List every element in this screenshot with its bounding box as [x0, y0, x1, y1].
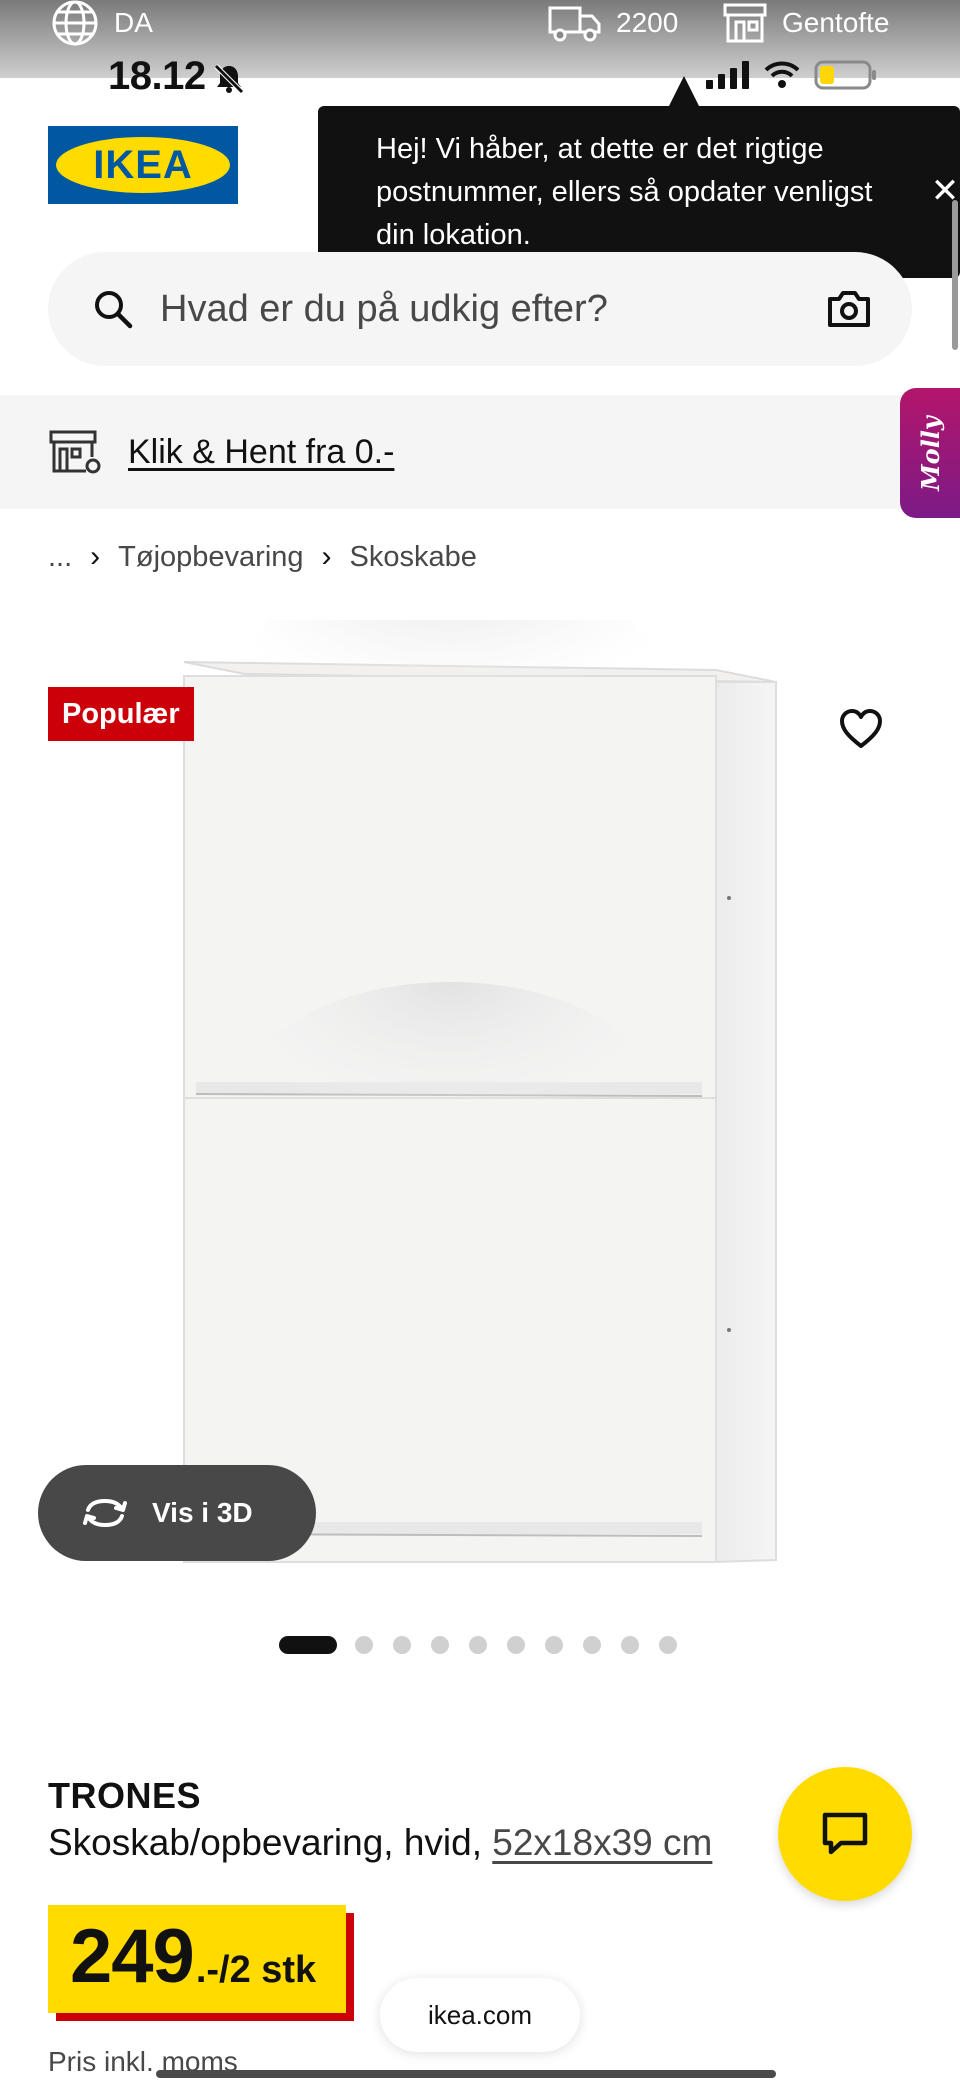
product-image[interactable]: [0, 620, 960, 1610]
product-dimensions-link[interactable]: 52x18x39 cm: [492, 1822, 712, 1863]
globe-icon: [52, 0, 98, 46]
logo-text: IKEA: [93, 142, 193, 187]
molly-label: Molly: [915, 415, 945, 491]
carousel-dot[interactable]: [431, 1636, 449, 1654]
breadcrumb: ... › Tøjopbevaring › Skoskabe: [48, 540, 477, 574]
postal-code: 2200: [616, 7, 679, 38]
home-indicator[interactable]: [156, 2070, 776, 2078]
click-collect-link[interactable]: Klik & Hent fra 0.-: [128, 433, 394, 472]
delivery-postal-selector[interactable]: 2200: [548, 4, 678, 42]
carousel-dot[interactable]: [659, 1636, 677, 1654]
search-icon: [95, 291, 133, 329]
chevron-right-icon: ›: [321, 540, 332, 573]
cellular-signal-icon: [706, 61, 749, 89]
language-label: DA: [114, 7, 153, 38]
price-tag: 249 .-/2 stk: [48, 1905, 347, 2013]
molly-assistant-tab[interactable]: Molly: [900, 388, 960, 518]
price-value: 249: [70, 1914, 195, 1999]
price-unit: .-/2 stk: [195, 1949, 317, 1991]
view-in-3d-label: Vis i 3D: [152, 1497, 253, 1528]
status-icons: [706, 60, 878, 90]
carousel-dot-active[interactable]: [279, 1636, 337, 1654]
search-placeholder: Hvad er du på udkig efter?: [160, 287, 608, 330]
carousel-dot[interactable]: [469, 1636, 487, 1654]
carousel-dot[interactable]: [393, 1636, 411, 1654]
status-time: 18.12: [108, 54, 206, 98]
camera-icon[interactable]: [826, 289, 872, 329]
chat-button[interactable]: [778, 1767, 912, 1901]
scrollbar-thumb[interactable]: [952, 200, 958, 350]
truck-icon: [548, 6, 601, 42]
breadcrumb-item[interactable]: Skoskabe: [350, 541, 477, 574]
product-description: Skoskab/opbevaring, hvid, 52x18x39 cm: [48, 1822, 712, 1864]
carousel-dot[interactable]: [583, 1636, 601, 1654]
chat-bubble-icon: [822, 1812, 868, 1855]
store-icon: [723, 3, 767, 43]
product-type: Skoskab/opbevaring, hvid,: [48, 1822, 482, 1863]
ikea-logo[interactable]: IKEA: [48, 126, 238, 204]
product-name: TRONES: [48, 1775, 202, 1816]
carousel-dot[interactable]: [545, 1636, 563, 1654]
bell-muted-icon: [214, 64, 244, 94]
store-name: Gentofte: [782, 7, 890, 38]
search-input[interactable]: Hvad er du på udkig efter?: [48, 252, 912, 366]
browser-url-pill[interactable]: ikea.com: [380, 1978, 580, 2052]
store-selector[interactable]: Gentofte: [722, 3, 890, 43]
carousel-dot[interactable]: [507, 1636, 525, 1654]
view-in-3d-button[interactable]: Vis i 3D: [38, 1465, 316, 1561]
rotate-3d-icon: [83, 1498, 127, 1528]
logo-oval: IKEA: [56, 137, 230, 193]
tooltip-arrow: [668, 76, 700, 108]
carousel-dot[interactable]: [621, 1636, 639, 1654]
breadcrumb-ellipsis[interactable]: ...: [48, 541, 72, 574]
carousel-dot[interactable]: [355, 1636, 373, 1654]
click-collect-banner[interactable]: Klik & Hent fra 0.-: [0, 395, 960, 509]
image-carousel-dots[interactable]: [279, 1636, 697, 1654]
chevron-right-icon: ›: [90, 540, 101, 573]
language-selector[interactable]: DA: [50, 0, 153, 46]
popular-badge: Populær: [48, 687, 194, 741]
battery-icon: [814, 60, 876, 90]
tooltip-message: Hej! Vi håber, at dette er det rigtige p…: [376, 133, 873, 251]
wifi-icon: [764, 61, 800, 88]
store-pickup-icon: [49, 430, 101, 474]
heart-icon[interactable]: [838, 708, 884, 750]
breadcrumb-item[interactable]: Tøjopbevaring: [118, 541, 303, 574]
